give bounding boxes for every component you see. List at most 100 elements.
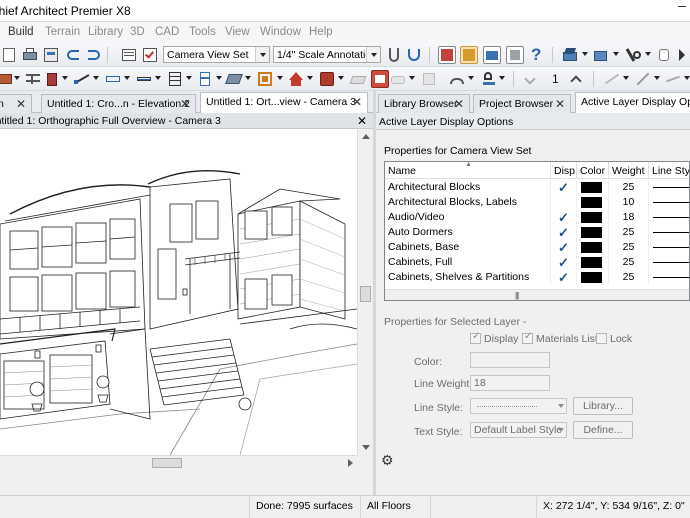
table-row[interactable]: Architectural Blocks, Labels 10 [385, 195, 689, 210]
line-style-cell[interactable] [649, 270, 689, 285]
chevron-down-icon[interactable] [558, 404, 564, 408]
line-weight-field[interactable]: 18 [470, 375, 550, 391]
scroll-thumb[interactable] [360, 286, 371, 302]
color-cell[interactable] [577, 240, 609, 255]
line-style-cell[interactable] [649, 225, 689, 240]
undo-icon[interactable] [64, 46, 82, 64]
active-camera-icon[interactable] [460, 46, 478, 64]
preferences-icon[interactable] [506, 46, 524, 64]
line-style-cell[interactable] [649, 195, 689, 210]
column-header-name[interactable]: Name ▲ [385, 162, 551, 179]
hand-icon[interactable] [655, 46, 673, 64]
chevron-down-icon[interactable] [307, 76, 313, 80]
chevron-down-icon[interactable] [654, 76, 660, 80]
terrain-icon[interactable] [349, 70, 367, 88]
display-check-icon[interactable]: ✓ [551, 270, 577, 285]
chevron-down-icon[interactable] [245, 76, 251, 80]
layer-table[interactable]: Name ▲ Disp Color Weight Line Style Archi… [384, 161, 690, 301]
plan-view-icon[interactable] [438, 46, 456, 64]
line-style-select[interactable] [470, 398, 567, 414]
chevron-down-icon[interactable] [409, 76, 415, 80]
color-cell[interactable] [577, 225, 609, 240]
text-defaults-icon[interactable] [405, 46, 423, 64]
table-row[interactable]: Auto Dormers ✓ 25 [385, 225, 689, 240]
transform-icon[interactable] [664, 70, 682, 88]
chevron-down-icon[interactable] [623, 76, 629, 80]
chevron-down-icon[interactable] [468, 76, 474, 80]
menu-cad[interactable]: CAD [155, 26, 179, 38]
wall-icon[interactable] [0, 70, 12, 88]
line-style-cell[interactable] [649, 240, 689, 255]
tab-camera-3[interactable]: Untitled 1: Ort...view - Camera 3 ✕ [200, 92, 368, 113]
column-icon[interactable] [196, 70, 214, 88]
material-icon[interactable] [225, 70, 243, 88]
redo-icon[interactable] [85, 46, 103, 64]
color-cell[interactable] [577, 255, 609, 270]
chevron-down-icon[interactable] [14, 76, 20, 80]
line-tool-icon[interactable] [603, 70, 621, 88]
cad-box-icon[interactable] [256, 70, 274, 88]
tab-elevation-2[interactable]: Untitled 1: Cro...n - Elevation 2 ✕ [41, 94, 196, 113]
chevron-down-icon[interactable] [155, 76, 161, 80]
camera-viewport[interactable] [0, 129, 357, 455]
line-style-cell[interactable] [649, 255, 689, 270]
column-header-color[interactable]: Color [577, 162, 609, 179]
table-row[interactable]: Cabinets, Full ✓ 25 [385, 255, 689, 270]
table-row[interactable]: Architectural Blocks ✓ 25 [385, 180, 689, 195]
chevron-down-icon[interactable] [582, 52, 588, 56]
display-check-icon[interactable]: ✓ [551, 210, 577, 225]
layer-checkbox-icon[interactable] [141, 46, 159, 64]
menu-3d[interactable]: 3D [130, 26, 145, 38]
view-toggle-icon[interactable] [483, 46, 501, 64]
new-plan-icon[interactable] [0, 46, 18, 64]
column-header-weight[interactable]: Weight [609, 162, 649, 179]
plant-icon[interactable] [389, 70, 407, 88]
close-icon[interactable]: ✕ [454, 97, 464, 111]
print-icon[interactable] [21, 46, 39, 64]
close-icon[interactable]: ✕ [16, 97, 26, 111]
door-icon[interactable] [104, 70, 122, 88]
roof-icon[interactable] [287, 70, 305, 88]
menu-window[interactable]: Window [260, 26, 301, 38]
close-icon[interactable]: ✕ [352, 95, 362, 109]
chevron-down-icon[interactable] [93, 76, 99, 80]
gear-icon[interactable]: ⚙ [381, 453, 395, 467]
display-check-icon[interactable]: ✓ [551, 225, 577, 240]
column-header-line-style[interactable]: Line Style [649, 162, 689, 179]
chevron-down-icon[interactable] [499, 76, 505, 80]
chevron-down-icon[interactable] [366, 47, 380, 62]
window-icon[interactable] [135, 70, 153, 88]
minimize-icon[interactable] [678, 6, 686, 7]
chevron-down-icon[interactable] [645, 52, 651, 56]
layout-icon[interactable] [42, 46, 60, 64]
select-objects-icon[interactable] [625, 46, 643, 64]
display-empty-cell[interactable] [551, 195, 577, 210]
display-check-icon[interactable]: ✓ [551, 240, 577, 255]
column-header-disp[interactable]: Disp [551, 162, 577, 179]
display-check-icon[interactable]: ✓ [551, 180, 577, 195]
pointer-icon[interactable] [676, 46, 690, 64]
menu-terrain[interactable]: Terrain [45, 26, 80, 38]
menu-view[interactable]: View [225, 26, 250, 38]
text-icon[interactable] [480, 70, 498, 88]
table-row[interactable]: Cabinets, Base ✓ 25 [385, 240, 689, 255]
menu-build[interactable]: Build [8, 26, 34, 38]
text-style-select[interactable]: Default Label Style [470, 422, 567, 438]
color-cell[interactable] [577, 195, 609, 210]
elevation-camera-icon[interactable] [592, 46, 610, 64]
chevron-down-icon[interactable] [62, 76, 68, 80]
color-cell[interactable] [577, 180, 609, 195]
chevron-down-icon[interactable] [684, 76, 690, 80]
chevron-down-icon[interactable] [255, 47, 269, 62]
railing-icon[interactable] [24, 70, 42, 88]
table-row[interactable]: Audio/Video ✓ 18 [385, 210, 689, 225]
chevron-down-icon[interactable] [338, 76, 344, 80]
dimension-icon[interactable] [73, 70, 91, 88]
help-icon[interactable]: ? [528, 45, 546, 64]
color-cell[interactable] [577, 210, 609, 225]
scroll-right-icon[interactable] [348, 459, 353, 467]
up-arrow-icon[interactable] [568, 70, 586, 88]
table-row[interactable]: Cabinets, Shelves & Partitions ✓ 25 [385, 270, 689, 285]
stairs-icon[interactable] [166, 70, 184, 88]
close-icon[interactable]: ✕ [180, 97, 190, 111]
